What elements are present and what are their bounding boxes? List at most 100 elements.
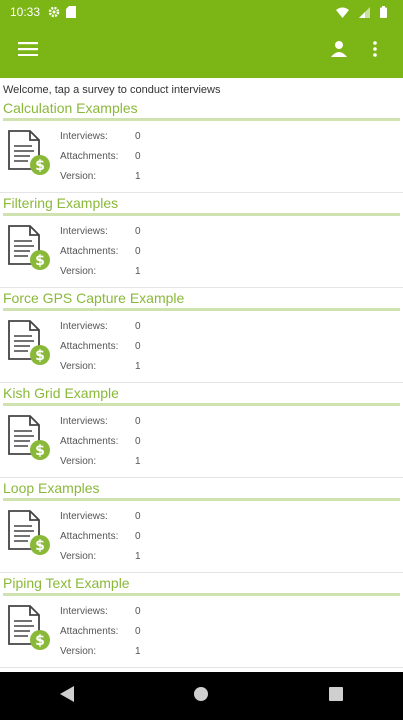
attachments-label: Attachments: [60, 246, 119, 257]
survey-stats: Interviews: 0 Attachments: 0 Version: 1 [60, 507, 165, 571]
version-label: Version: [60, 456, 97, 467]
survey-stats: Interviews: 0 Attachments: 0 Version: 1 [60, 222, 165, 286]
svg-text:$: $ [35, 348, 45, 364]
attachments-value: 0 [135, 151, 141, 162]
stat-row-attachments: Attachments: 0 [60, 622, 165, 642]
survey-list: Calculation Examples $ Interviews: 0 Att… [0, 98, 403, 668]
version-value: 1 [135, 456, 141, 467]
stat-row-interviews: Interviews: 0 [60, 602, 165, 622]
recents-button[interactable] [312, 672, 360, 720]
stat-row-attachments: Attachments: 0 [60, 242, 165, 262]
stat-row-version: Version: 1 [60, 167, 165, 187]
attachments-value: 0 [135, 626, 141, 637]
svg-text:$: $ [35, 443, 45, 459]
survey-document-icon: $ [0, 507, 60, 571]
survey-body: $ Interviews: 0 Attachments: 0 Version: … [0, 406, 403, 476]
attachments-value: 0 [135, 531, 141, 542]
stat-row-interviews: Interviews: 0 [60, 317, 165, 337]
stat-row-version: Version: 1 [60, 357, 165, 377]
status-bar: 10:33 [0, 0, 403, 24]
stat-row-version: Version: 1 [60, 642, 165, 662]
survey-stats: Interviews: 0 Attachments: 0 Version: 1 [60, 317, 165, 381]
survey-body: $ Interviews: 0 Attachments: 0 Version: … [0, 311, 403, 381]
survey-item[interactable]: Calculation Examples $ Interviews: 0 Att… [0, 98, 403, 193]
back-button[interactable] [43, 672, 91, 720]
stat-row-interviews: Interviews: 0 [60, 222, 165, 242]
version-value: 1 [135, 551, 141, 562]
stat-row-attachments: Attachments: 0 [60, 147, 165, 167]
interviews-value: 0 [135, 131, 141, 142]
survey-title: Kish Grid Example [3, 385, 119, 401]
menu-button[interactable] [10, 33, 46, 69]
attachments-value: 0 [135, 246, 141, 257]
recents-icon [328, 686, 343, 706]
interviews-value: 0 [135, 416, 141, 427]
menu-icon [18, 41, 38, 61]
survey-list-screen: Welcome, tap a survey to conduct intervi… [0, 78, 403, 672]
interviews-value: 0 [135, 226, 141, 237]
version-label: Version: [60, 361, 97, 372]
svg-text:$: $ [35, 253, 45, 269]
overflow-menu-button[interactable] [357, 33, 393, 69]
user-icon [330, 40, 348, 63]
stat-row-version: Version: 1 [60, 262, 165, 282]
stat-row-attachments: Attachments: 0 [60, 432, 165, 452]
battery-icon [380, 6, 387, 18]
survey-document-icon: $ [0, 317, 60, 381]
survey-item[interactable]: Force GPS Capture Example $ Interviews: … [0, 288, 403, 383]
survey-document-icon: $ [0, 222, 60, 286]
stat-row-interviews: Interviews: 0 [60, 127, 165, 147]
interviews-label: Interviews: [60, 226, 108, 237]
survey-title: Piping Text Example [3, 575, 130, 591]
survey-item[interactable]: Filtering Examples $ Interviews: 0 Attac… [0, 193, 403, 288]
gear-icon [48, 6, 60, 18]
stat-row-version: Version: 1 [60, 547, 165, 567]
interviews-label: Interviews: [60, 321, 108, 332]
survey-stats: Interviews: 0 Attachments: 0 Version: 1 [60, 412, 165, 476]
home-button[interactable] [177, 672, 225, 720]
stat-row-interviews: Interviews: 0 [60, 412, 165, 432]
attachments-label: Attachments: [60, 626, 119, 637]
interviews-value: 0 [135, 511, 141, 522]
stat-row-interviews: Interviews: 0 [60, 507, 165, 527]
survey-stats: Interviews: 0 Attachments: 0 Version: 1 [60, 127, 165, 191]
survey-item[interactable]: Piping Text Example $ Interviews: 0 Atta… [0, 573, 403, 668]
interviews-label: Interviews: [60, 416, 108, 427]
account-button[interactable] [321, 33, 357, 69]
survey-document-icon: $ [0, 412, 60, 476]
survey-item[interactable]: Kish Grid Example $ Interviews: 0 Attach… [0, 383, 403, 478]
survey-title: Filtering Examples [3, 195, 119, 211]
attachments-label: Attachments: [60, 436, 119, 447]
interviews-label: Interviews: [60, 606, 108, 617]
survey-title: Loop Examples [3, 480, 100, 496]
version-label: Version: [60, 171, 97, 182]
survey-body: $ Interviews: 0 Attachments: 0 Version: … [0, 216, 403, 286]
survey-document-icon: $ [0, 602, 60, 666]
signal-icon [359, 6, 370, 18]
version-value: 1 [135, 171, 141, 182]
interviews-value: 0 [135, 606, 141, 617]
survey-body: $ Interviews: 0 Attachments: 0 Version: … [0, 596, 403, 666]
interviews-label: Interviews: [60, 511, 108, 522]
attachments-label: Attachments: [60, 151, 119, 162]
stat-row-attachments: Attachments: 0 [60, 337, 165, 357]
sd-card-icon [66, 6, 77, 18]
welcome-text: Welcome, tap a survey to conduct intervi… [3, 84, 221, 96]
survey-title: Calculation Examples [3, 100, 138, 116]
attachments-label: Attachments: [60, 341, 119, 352]
version-label: Version: [60, 646, 97, 657]
home-icon [193, 686, 209, 707]
svg-text:$: $ [35, 633, 45, 649]
stat-row-attachments: Attachments: 0 [60, 527, 165, 547]
stat-row-version: Version: 1 [60, 452, 165, 472]
survey-document-icon: $ [0, 127, 60, 191]
version-value: 1 [135, 361, 141, 372]
system-nav-bar [0, 672, 403, 720]
survey-body: $ Interviews: 0 Attachments: 0 Version: … [0, 121, 403, 191]
interviews-label: Interviews: [60, 131, 108, 142]
svg-text:$: $ [35, 158, 45, 174]
attachments-label: Attachments: [60, 531, 119, 542]
survey-item[interactable]: Loop Examples $ Interviews: 0 Attachment… [0, 478, 403, 573]
survey-title: Force GPS Capture Example [3, 290, 185, 306]
more-vert-icon [373, 40, 377, 62]
